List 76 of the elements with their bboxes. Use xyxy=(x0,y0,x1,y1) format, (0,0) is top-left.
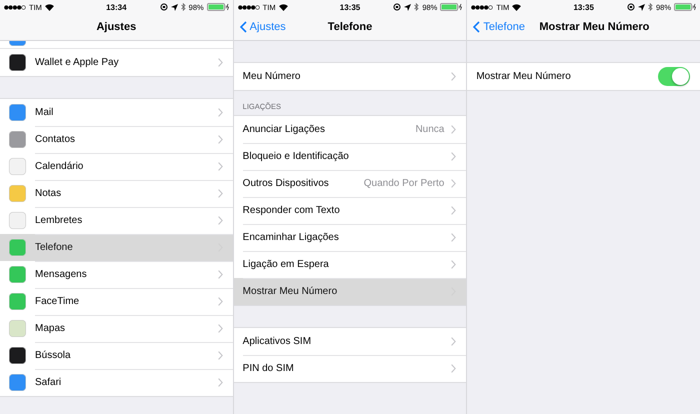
wifi-icon xyxy=(44,4,54,10)
row-label: Anunciar Ligações xyxy=(242,124,326,134)
signal-icon xyxy=(471,4,494,10)
wifi-icon xyxy=(278,4,288,10)
row-label: Contatos xyxy=(35,134,76,144)
row-label: Meu Número xyxy=(242,71,302,82)
row-label: Wallet e Apple Pay xyxy=(35,57,120,68)
chevron-right-icon xyxy=(218,350,223,360)
bluetooth-icon xyxy=(414,3,420,11)
battery-icon xyxy=(674,3,696,11)
status-time: 13:34 xyxy=(106,2,127,12)
row-label: Calendário xyxy=(35,160,84,172)
row-label: Bússola xyxy=(35,350,72,360)
chevron-right-icon xyxy=(218,216,223,224)
row-label: Bloqueio e Identificação xyxy=(242,150,350,162)
lock-rotation-icon xyxy=(627,3,635,11)
row-label: Lembretes xyxy=(35,214,84,226)
bluetooth-icon xyxy=(648,3,653,11)
chevron-right-icon xyxy=(451,336,456,346)
back-button[interactable]: Telefone xyxy=(471,19,527,35)
chevron-right-icon xyxy=(451,232,456,242)
list-row[interactable]: Telefone xyxy=(0,234,233,261)
toggle-switch[interactable] xyxy=(658,67,690,86)
status-time: 13:35 xyxy=(573,2,594,12)
chevron-right-icon xyxy=(218,296,223,306)
row-label: Encaminhar Ligações xyxy=(242,232,340,242)
chevron-right-icon xyxy=(218,58,223,67)
chevron-right-icon xyxy=(451,260,456,268)
row-label: Notas xyxy=(35,188,62,198)
back-button[interactable]: Ajustes xyxy=(238,19,288,35)
row-label: Safari xyxy=(35,377,62,388)
chevron-left-icon xyxy=(240,21,247,33)
chevron-right-icon xyxy=(451,364,456,373)
lock-rotation-icon xyxy=(393,3,402,11)
screen-title: Telefone xyxy=(328,21,372,33)
chevron-right-icon xyxy=(451,72,456,81)
chevron-right-icon xyxy=(218,134,223,144)
lock-rotation-icon xyxy=(160,3,168,11)
chevron-left-icon xyxy=(473,21,480,33)
chevron-right-icon xyxy=(218,108,223,116)
row-label: Aplicativos SIM xyxy=(242,336,312,346)
row-value: Nunca xyxy=(415,124,444,134)
bluetooth-icon xyxy=(180,3,186,11)
row-label: Mensagens xyxy=(35,268,88,280)
status-time: 13:35 xyxy=(340,2,360,12)
row-value: Quando Por Perto xyxy=(364,178,444,188)
location-icon xyxy=(170,4,178,10)
row-label: FaceTime xyxy=(35,296,80,306)
battery-icon xyxy=(440,3,462,11)
row-label: Mostrar Meu Número xyxy=(476,71,572,82)
row-label: Mapas xyxy=(35,322,66,334)
battery-icon xyxy=(206,3,229,11)
wifi-icon xyxy=(512,4,522,10)
chevron-right-icon xyxy=(451,124,456,134)
screen-title: Mostrar Meu Número xyxy=(539,21,650,33)
chevron-right-icon xyxy=(218,270,223,278)
chevron-right-icon xyxy=(218,378,223,387)
row-label: PIN do SIM xyxy=(242,363,295,374)
chevron-right-icon xyxy=(218,162,223,170)
signal-icon xyxy=(238,4,260,10)
chevron-right-icon xyxy=(451,178,456,188)
list-row[interactable]: Mostrar Meu Número xyxy=(234,278,466,305)
location-icon xyxy=(404,4,412,10)
row-label: Mostrar Meu Número xyxy=(242,286,338,297)
chevron-right-icon xyxy=(218,324,223,332)
chevron-right-icon xyxy=(451,206,456,214)
row-label: Outros Dispositivos xyxy=(242,178,330,188)
location-icon xyxy=(638,4,645,10)
row-label: Telefone xyxy=(35,242,74,252)
row-label: Responder com Texto xyxy=(242,204,341,216)
chevron-right-icon xyxy=(451,152,456,160)
row-label: Ligação em Espera xyxy=(242,258,330,270)
chevron-right-icon xyxy=(218,188,223,198)
screen-title: Ajustes xyxy=(96,21,136,33)
row-label: Mail xyxy=(35,106,54,118)
signal-icon xyxy=(4,4,26,10)
